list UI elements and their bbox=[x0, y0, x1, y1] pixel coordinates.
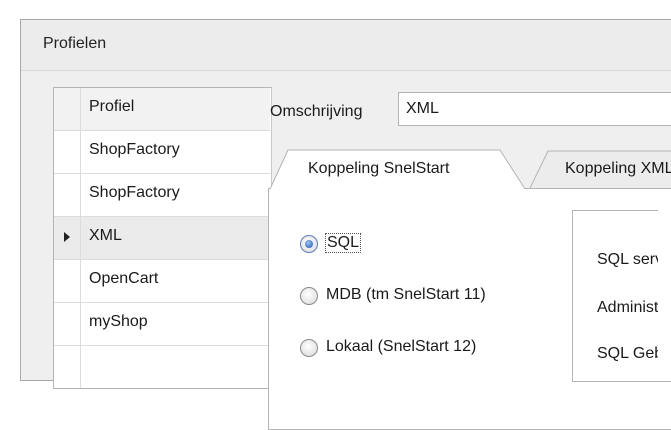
row-indicator-cell bbox=[54, 303, 81, 345]
profile-name-cell[interactable]: XML bbox=[89, 227, 122, 245]
grid-header-row: Profiel bbox=[54, 88, 270, 131]
profiles-grid: Profiel ShopFactory ShopFactory XML Open… bbox=[53, 87, 272, 389]
row-pointer-icon bbox=[64, 232, 70, 242]
row-indicator-cell bbox=[54, 260, 81, 302]
radio-checked-icon[interactable] bbox=[300, 235, 318, 253]
row-indicator-cell bbox=[54, 131, 81, 173]
radio-sql-label[interactable]: SQL bbox=[325, 233, 362, 253]
row-indicator-cell bbox=[54, 88, 81, 130]
profile-name-cell[interactable]: ShopFactory bbox=[89, 184, 180, 202]
window-title-bar: Profielen bbox=[21, 20, 671, 71]
table-row[interactable]: ShopFactory bbox=[54, 174, 270, 217]
profile-name-cell[interactable]: myShop bbox=[89, 313, 148, 331]
tab-koppeling-snelstart-label: Koppeling SnelStart bbox=[308, 160, 450, 177]
table-row[interactable]: OpenCart bbox=[54, 260, 270, 303]
table-row[interactable]: ShopFactory bbox=[54, 131, 270, 174]
profile-name-cell[interactable]: OpenCart bbox=[89, 270, 158, 288]
radio-unchecked-icon[interactable] bbox=[300, 339, 318, 357]
tab-koppeling-xml-label: Koppeling XML bbox=[565, 160, 671, 177]
table-row[interactable]: myShop bbox=[54, 303, 270, 346]
radio-unchecked-icon[interactable] bbox=[300, 287, 318, 305]
window-title: Profielen bbox=[43, 35, 107, 52]
row-indicator-cell bbox=[54, 346, 81, 388]
table-row-selected[interactable]: XML bbox=[54, 217, 270, 260]
table-row-empty bbox=[54, 346, 270, 388]
row-indicator-cell bbox=[54, 174, 81, 216]
row-indicator-cell bbox=[54, 217, 81, 259]
radio-lokaal-label[interactable]: Lokaal (SnelStart 12) bbox=[326, 338, 476, 356]
description-input[interactable]: XML bbox=[398, 92, 671, 126]
column-header-profiel[interactable]: Profiel bbox=[89, 98, 134, 116]
tab-koppeling-snelstart[interactable]: Koppeling SnelStart bbox=[270, 149, 550, 190]
description-label: Omschrijving bbox=[270, 103, 363, 120]
profile-name-cell[interactable]: ShopFactory bbox=[89, 141, 180, 159]
tab-koppeling-xml[interactable]: Koppeling XML bbox=[530, 150, 671, 189]
radio-mdb-label[interactable]: MDB (tm SnelStart 11) bbox=[326, 286, 486, 304]
sql-settings-clip bbox=[658, 210, 671, 367]
